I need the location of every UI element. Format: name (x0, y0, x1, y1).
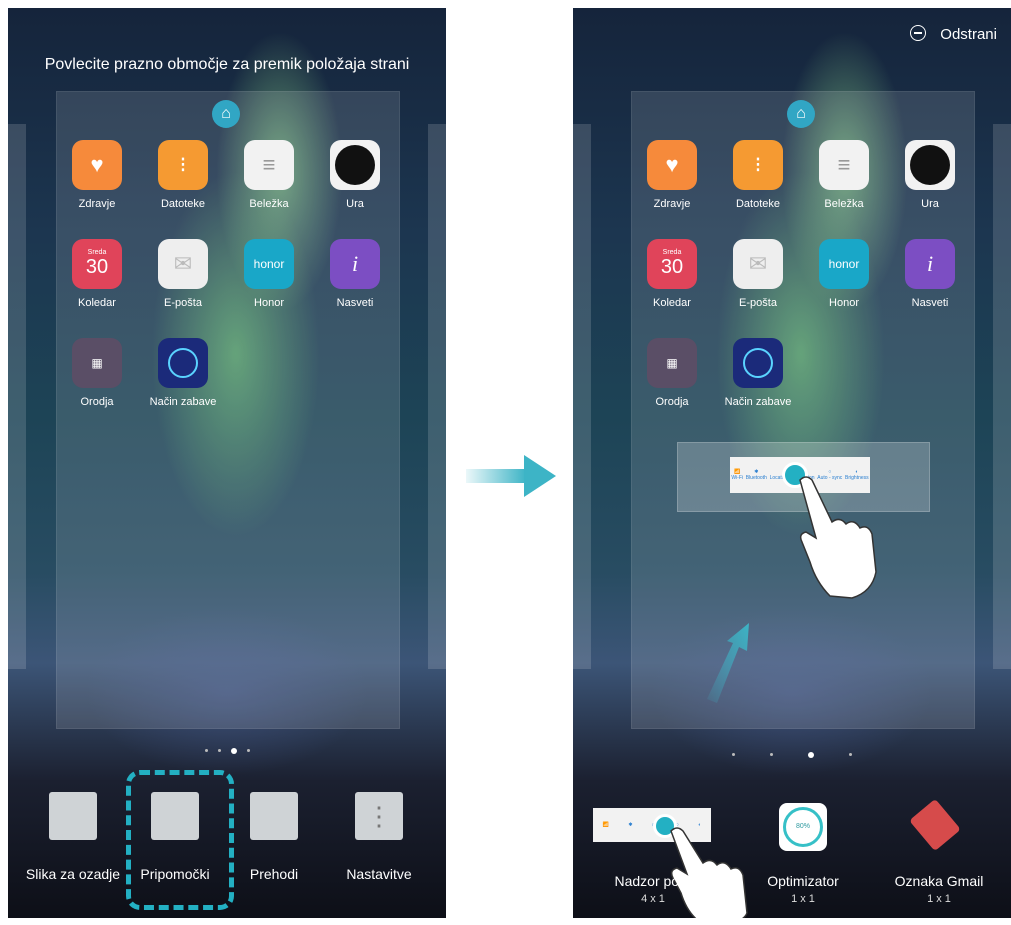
instruction-text: Povlecite prazno območje za premik polož… (44, 56, 410, 73)
app-belezka[interactable]: ≡ Beležka (806, 140, 882, 210)
wifi-toggle[interactable]: 📶 Wi-Fi (731, 469, 743, 481)
tips-icon: i (905, 239, 955, 289)
app-nasveti[interactable]: i Nasveti (317, 239, 393, 309)
app-zdravje[interactable]: ♥ Zdravje (634, 140, 710, 210)
home-page-card[interactable]: ⌂ ♥ Zdravje ⁝ Datoteke ≡ Beležka Ura Sre… (631, 91, 975, 729)
app-honor[interactable]: honor Honor (806, 239, 882, 309)
widget-option-optimizer[interactable]: Optimizator 1 x 1 (743, 873, 863, 905)
ring-icon (733, 338, 783, 388)
envelope-icon: ✉ (158, 239, 208, 289)
app-koledar[interactable]: Sreda 30 Koledar (634, 239, 710, 309)
previous-page-peek[interactable] (573, 124, 591, 669)
transitions-icon (250, 792, 298, 840)
ring-icon (158, 338, 208, 388)
clock-icon (330, 140, 380, 190)
honor-icon: honor (819, 239, 869, 289)
app-belezka[interactable]: ≡ Beležka (231, 140, 307, 210)
tools-folder-icon: ▦ (72, 338, 122, 388)
hand-pointer-icon (799, 476, 877, 599)
folder-icon: ⁝ (733, 140, 783, 190)
heart-pulse-icon: ♥ (647, 140, 697, 190)
calendar-icon: Sreda 30 (72, 239, 122, 289)
widget-option-gmail-label[interactable]: Oznaka Gmail 1 x 1 (879, 873, 999, 905)
page-indicator (573, 746, 1011, 764)
dock-settings[interactable]: ⋮ Nastavitve (324, 792, 434, 882)
home-page-card[interactable]: ⌂ ♥ Zdravje ⁝ Datoteke ≡ Beležka Ura Sre… (56, 91, 400, 729)
app-koledar[interactable]: Sreda 30 Koledar (59, 239, 135, 309)
app-eposta[interactable]: ✉ E-pošta (720, 239, 796, 309)
remove-button[interactable]: Odstrani (910, 25, 997, 43)
app-honor[interactable]: honor Honor (231, 239, 307, 309)
notepad-icon: ≡ (819, 140, 869, 190)
right-phone-screen: Odstrani ⌂ ♥ Zdravje ⁝ Datoteke ≡ Beležk… (573, 8, 1011, 918)
gmail-label-icon[interactable] (909, 798, 961, 852)
app-nasveti[interactable]: i Nasveti (892, 239, 968, 309)
envelope-icon: ✉ (733, 239, 783, 289)
home-icon[interactable]: ⌂ (212, 100, 240, 128)
app-ura[interactable]: Ura (317, 140, 393, 210)
app-nacin-zabave[interactable]: Način zabave (145, 338, 221, 408)
home-icon[interactable]: ⌂ (787, 100, 815, 128)
next-page-peek[interactable] (428, 124, 446, 669)
calendar-icon: Sreda 30 (647, 239, 697, 289)
app-datoteke[interactable]: ⁝ Datoteke (720, 140, 796, 210)
next-page-peek[interactable] (993, 124, 1011, 669)
dock-wallpaper[interactable]: Slika za ozadje (18, 792, 128, 882)
honor-icon: honor (244, 239, 294, 289)
wallpaper-icon (49, 792, 97, 840)
wifi-mini-icon: 📶 (602, 822, 609, 828)
notepad-icon: ≡ (244, 140, 294, 190)
bluetooth-mini-icon: ✱ (628, 822, 633, 828)
previous-page-peek[interactable] (8, 124, 26, 669)
app-nacin-zabave[interactable]: Način zabave (720, 338, 796, 408)
clock-icon (905, 140, 955, 190)
arrow-right-icon (466, 455, 556, 497)
arrow-up-icon (707, 623, 749, 703)
app-zdravje[interactable]: ♥ Zdravje (59, 140, 135, 210)
app-ura[interactable]: Ura (892, 140, 968, 210)
left-phone-screen: Povlecite prazno območje za premik polož… (8, 8, 446, 918)
tips-icon: i (330, 239, 380, 289)
optimizer-icon[interactable]: 80% (779, 803, 827, 851)
app-eposta[interactable]: ✉ E-pošta (145, 239, 221, 309)
app-datoteke[interactable]: ⁝ Datoteke (145, 140, 221, 210)
tools-folder-icon: ▦ (647, 338, 697, 388)
highlight-dashed-box (126, 770, 234, 910)
minus-circle-icon (910, 25, 927, 41)
page-indicator (8, 742, 446, 760)
app-orodja[interactable]: ▦ Orodja (634, 338, 710, 408)
folder-icon: ⁝ (158, 140, 208, 190)
dock-transitions[interactable]: Prehodi (219, 792, 329, 882)
bluetooth-toggle[interactable]: ✱ Bluetooth (746, 469, 767, 481)
settings-icon: ⋮ (355, 792, 403, 840)
widget-option-power-control[interactable]: Nadzor pora 4 x 1 (583, 873, 723, 905)
heart-pulse-icon: ♥ (72, 140, 122, 190)
app-orodja[interactable]: ▦ Orodja (59, 338, 135, 408)
